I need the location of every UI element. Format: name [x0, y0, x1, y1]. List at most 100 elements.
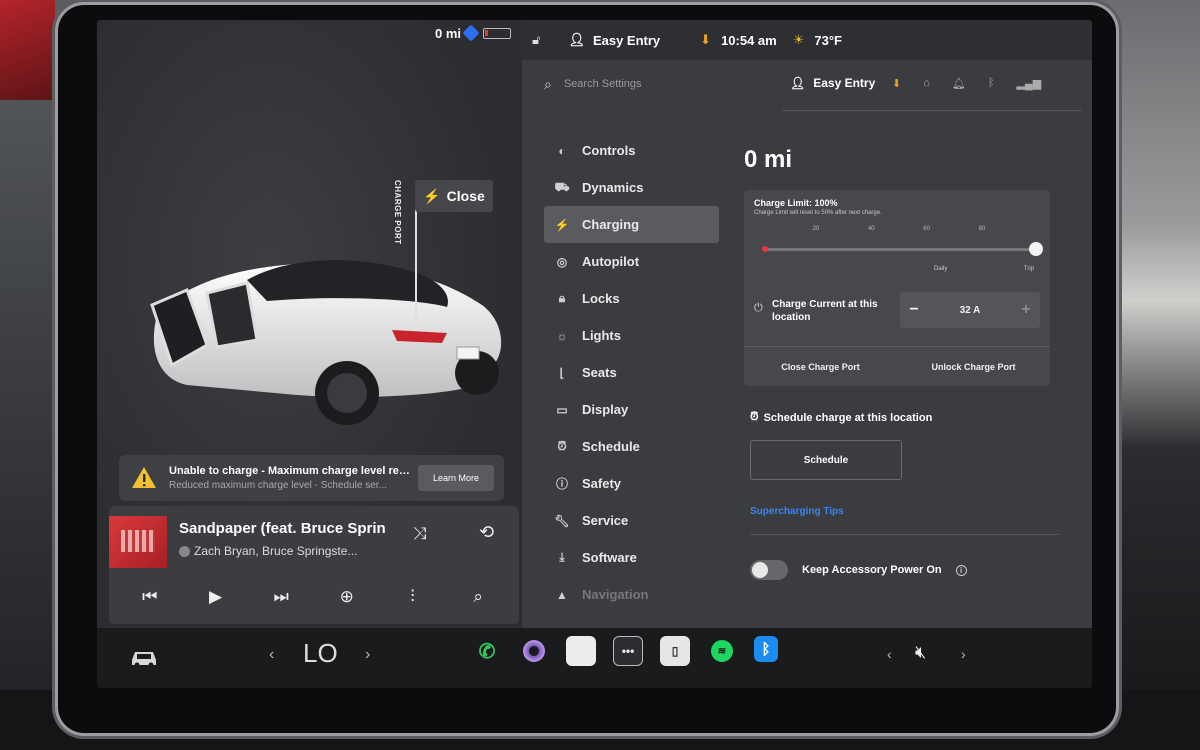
settings-nav: ◐ Controls ⛟ Dynamics ⚡ Charging ◎ Autopilot…	[544, 132, 719, 613]
add-icon[interactable]: ⊕	[330, 587, 364, 607]
trip-label: Trip	[1023, 266, 1034, 272]
camera-icon[interactable]	[519, 636, 549, 666]
nav-item-seats[interactable]: ⌊ Seats	[544, 354, 719, 391]
source-icon	[179, 545, 190, 557]
charge-alert-banner[interactable]: Unable to charge - Maximum charge level …	[119, 455, 504, 501]
info-icon: ⓘ	[555, 477, 568, 491]
light-icon: ☼	[556, 328, 568, 343]
background-red-object	[0, 0, 55, 100]
charge-current-value: 32 A	[959, 304, 981, 316]
person-icon: 👤︎	[790, 76, 806, 90]
repeat-icon[interactable]: ⟲	[479, 522, 494, 543]
notification-bell-icon[interactable]: 🔔︎	[952, 77, 966, 90]
car-icon: ⛟	[554, 179, 570, 194]
next-track-icon[interactable]: ⏭	[264, 587, 298, 607]
header-divider	[782, 110, 1082, 111]
slider-knob[interactable]	[1029, 242, 1043, 256]
nav-item-charging[interactable]: ⚡ Charging	[544, 206, 719, 243]
bluetooth-icon[interactable]: ᛒ	[754, 636, 778, 662]
bottom-dock: ‹ LO › ✆ ••• ▯ ≋ ᛒ ‹ 🔇︎ ›	[97, 628, 1092, 688]
charge-current-row: ⏻ Charge Current at this location − 32 A…	[754, 290, 1040, 334]
top-status-bar: 🔓︎ 👤︎ Easy Entry ⬇ 10:54 am ☀ 73°F	[522, 20, 1092, 60]
close-charge-port-action[interactable]: Close Charge Port	[744, 347, 897, 386]
climate-temperature[interactable]: LO	[303, 638, 338, 669]
bolt-icon: ⚡	[423, 187, 441, 204]
nav-item-autopilot[interactable]: ◎ Autopilot	[544, 243, 719, 280]
search-settings-input[interactable]	[563, 78, 734, 90]
phone-icon[interactable]: ✆	[472, 636, 502, 666]
bluetooth-icon[interactable]: ᛒ	[988, 77, 995, 90]
nav-item-dynamics[interactable]: ⛟ Dynamics	[544, 169, 719, 206]
nav-item-schedule[interactable]: ⏰︎ Schedule	[544, 428, 719, 465]
nav-item-software[interactable]: ⤓ Software	[544, 539, 719, 576]
play-icon[interactable]: ▶	[198, 587, 232, 607]
steering-wheel-icon: ◎	[556, 254, 568, 269]
toggle-icon: ◐	[558, 143, 566, 158]
tick-label: 20	[812, 226, 820, 232]
supercharging-tips-link[interactable]: Supercharging Tips	[750, 506, 844, 517]
charge-current-stepper: − 32 A +	[900, 292, 1040, 328]
volume-up-icon[interactable]: ›	[961, 646, 966, 662]
equalizer-icon[interactable]: ⫶	[395, 587, 429, 607]
tick-label: 80	[978, 226, 986, 232]
driver-profile[interactable]: 👤︎ Easy Entry	[568, 32, 660, 48]
download-icon[interactable]: ⬇	[700, 32, 711, 48]
lock-status-icon[interactable]: 🔓︎	[532, 32, 540, 48]
homelink-icon[interactable]: ⌂	[923, 77, 930, 90]
volume-down-icon[interactable]: ‹	[887, 646, 892, 662]
nav-item-service[interactable]: 🔧︎ Service	[544, 502, 719, 539]
range-indicator: 0 mi	[435, 26, 462, 41]
schedule-button[interactable]: Schedule	[750, 440, 902, 480]
bolt-icon: ⚡	[554, 217, 570, 232]
lock-icon: 🔒︎	[558, 291, 566, 305]
alarm-icon: ⏰︎	[557, 439, 567, 453]
manual-icon[interactable]: ▯	[660, 636, 690, 666]
app-launcher: ✆ ••• ▯ ≋ ᛒ	[472, 636, 778, 666]
daily-label: Daily	[934, 266, 948, 272]
spotify-icon[interactable]: ≋	[707, 636, 737, 666]
alarm-clock-icon: ⏰︎	[750, 411, 759, 423]
software-update-icon[interactable]: ⬇	[892, 77, 901, 90]
tick-label: 60	[923, 226, 930, 232]
nav-item-locks[interactable]: 🔒︎ Locks	[544, 280, 719, 317]
car-model-image	[150, 260, 502, 425]
shuffle-icon[interactable]: ⤨	[413, 524, 427, 544]
current-charge-marker	[762, 246, 768, 252]
slider-fill	[764, 248, 1036, 251]
charge-port-label: CHARGE PORT	[393, 180, 402, 245]
section-divider	[750, 534, 1060, 535]
nav-item-navigation[interactable]: ▲ Navigation	[544, 576, 719, 613]
info-icon[interactable]: i	[955, 564, 967, 576]
header-icons: ⬇ ⌂ 🔔︎ ᛒ ▂▄▆	[892, 77, 1041, 90]
unlock-charge-port-action[interactable]: Unlock Charge Port	[897, 347, 1050, 386]
nav-item-controls[interactable]: ◐ Controls	[544, 132, 719, 169]
signal-icon[interactable]: ▂▄▆	[1016, 77, 1041, 90]
nav-item-safety[interactable]: ⓘ Safety	[544, 465, 719, 502]
previous-track-icon[interactable]: ⏮	[133, 587, 167, 607]
notes-icon[interactable]	[566, 636, 596, 666]
increase-current-button[interactable]: +	[1012, 301, 1040, 319]
learn-more-button[interactable]: Learn More	[418, 465, 494, 491]
profile-button[interactable]: 👤︎ Easy Entry	[790, 76, 875, 90]
decrease-current-button[interactable]: −	[900, 301, 928, 319]
charge-limit-card: Charge Limit: 100% Charge Limit will res…	[744, 190, 1050, 386]
nav-item-lights[interactable]: ☼ Lights	[544, 317, 719, 354]
charge-port-pointer	[415, 196, 417, 321]
more-apps-icon[interactable]: •••	[613, 636, 643, 666]
album-art[interactable]	[109, 516, 167, 568]
media-controls: ⏮ ▶ ⏭ ⊕ ⫶ ⌕	[109, 574, 519, 620]
accessory-power-toggle[interactable]	[750, 560, 788, 580]
volume-muted-icon[interactable]: 🔇︎	[915, 642, 926, 663]
charge-limit-note: Charge Limit will reset to 50% after nex…	[754, 210, 882, 216]
charge-limit-slider[interactable]	[762, 242, 1043, 256]
close-charge-port-button[interactable]: ⚡ Close	[415, 180, 493, 212]
media-player: Sandpaper (feat. Bruce Sprin Zach Bryan,…	[109, 506, 519, 624]
search-media-icon[interactable]: ⌕	[461, 587, 495, 607]
nav-item-display[interactable]: ▭ Display	[544, 391, 719, 428]
temp-decrease-icon[interactable]: ‹	[269, 646, 274, 664]
car-icon[interactable]	[129, 646, 159, 668]
warning-icon	[132, 467, 156, 488]
person-icon: 👤︎	[568, 32, 585, 47]
temp-increase-icon[interactable]: ›	[365, 646, 370, 664]
charge-limit-ticks: 20 40 60 80	[764, 226, 1034, 232]
